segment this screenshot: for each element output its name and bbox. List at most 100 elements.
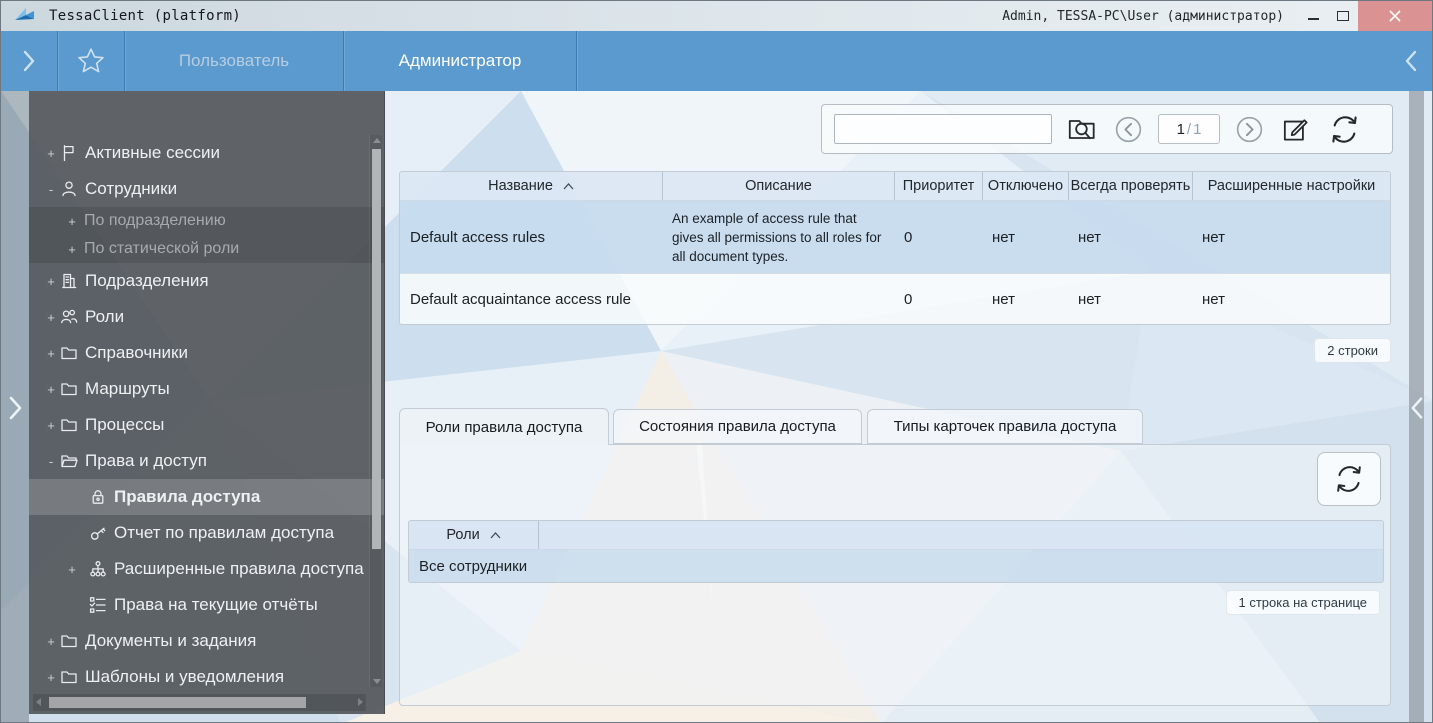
sidebar-item-label: Расширенные правила доступа xyxy=(114,559,364,579)
sidebar-horizontal-scrollbar[interactable] xyxy=(33,694,366,711)
sidebar-item-documents-tasks[interactable]: + Документы и задания xyxy=(29,623,384,659)
expander[interactable]: + xyxy=(64,242,80,257)
panel-refresh-button[interactable] xyxy=(1317,452,1381,506)
next-page-button[interactable] xyxy=(1233,113,1266,146)
folder-icon xyxy=(59,631,79,651)
window-title: TessaClient (platform) xyxy=(49,8,241,24)
sidebar-item-extended-access-rules[interactable]: + Расширенные правила доступа xyxy=(29,551,384,587)
expander[interactable]: + xyxy=(43,346,59,361)
sidebar-vertical-scrollbar[interactable] xyxy=(369,135,382,687)
nav-expand-button[interactable] xyxy=(1,31,57,91)
folder-open-icon xyxy=(59,451,79,471)
folder-icon xyxy=(59,667,79,687)
sidebar-item-roles[interactable]: + Роли xyxy=(29,299,384,335)
column-header-disabled[interactable]: Отключено xyxy=(982,172,1068,200)
search-button[interactable] xyxy=(1065,112,1099,146)
sidebar-item-by-static-role[interactable]: + По статической роли xyxy=(29,235,384,263)
expander[interactable]: + xyxy=(43,310,59,325)
sidebar-item-departments[interactable]: + Подразделения xyxy=(29,263,384,299)
expander[interactable]: + xyxy=(43,670,59,685)
sidebar-item-rights-access[interactable]: - Права и доступ xyxy=(29,443,384,479)
column-header-priority[interactable]: Приоритет xyxy=(894,172,982,200)
sidebar-item-current-reports-rights[interactable]: Права на текущие отчёты xyxy=(29,587,384,623)
left-panel-expander[interactable] xyxy=(1,91,29,723)
expander[interactable]: + xyxy=(43,382,59,397)
sidebar-item-templates-notifications[interactable]: + Шаблоны и уведомления xyxy=(29,659,384,695)
column-header-roles[interactable]: Роли xyxy=(409,521,539,549)
sidebar-item-label: Процессы xyxy=(85,415,164,435)
tab-rule-card-types[interactable]: Типы карточек правила доступа xyxy=(867,409,1143,444)
nav-collapse-button[interactable] xyxy=(1390,31,1432,91)
sort-ascending-icon xyxy=(490,532,501,539)
folder-icon xyxy=(59,415,79,435)
page-indicator: 1 / 1 xyxy=(1158,114,1220,144)
org-chart-icon xyxy=(88,559,108,579)
table-header-row: Роли xyxy=(409,521,1383,549)
column-header-always-check[interactable]: Всегда проверять xyxy=(1068,172,1192,200)
building-icon xyxy=(59,271,79,291)
scrollbar-thumb[interactable] xyxy=(49,697,306,708)
expander[interactable]: - xyxy=(43,454,59,469)
prev-page-button[interactable] xyxy=(1112,113,1145,146)
table-row[interactable]: Default acquaintance access rule 0 нет н… xyxy=(400,273,1390,324)
sidebar-item-employees[interactable]: - Сотрудники xyxy=(29,171,384,207)
chevron-left-icon xyxy=(1403,48,1419,74)
column-header-description[interactable]: Описание xyxy=(662,172,894,200)
sidebar-item-routes[interactable]: + Маршруты xyxy=(29,371,384,407)
current-page: 1 xyxy=(1177,121,1185,138)
edit-button[interactable] xyxy=(1279,112,1313,146)
sidebar-item-label: Сотрудники xyxy=(85,179,177,199)
refresh-icon xyxy=(1326,111,1363,148)
sidebar-item-references[interactable]: + Справочники xyxy=(29,335,384,371)
expander[interactable]: + xyxy=(43,146,59,161)
checklist-icon xyxy=(88,595,108,615)
maximize-button[interactable] xyxy=(1328,1,1358,31)
expander[interactable]: + xyxy=(64,562,80,577)
chevron-right-icon xyxy=(21,48,37,74)
sidebar-item-label: Справочники xyxy=(85,343,188,363)
edit-icon xyxy=(1279,112,1313,146)
key-lock-icon xyxy=(88,523,108,543)
people-icon xyxy=(59,307,79,327)
close-button[interactable] xyxy=(1358,1,1432,31)
sidebar-item-label: Правила доступа xyxy=(114,487,260,507)
sidebar-item-access-rules-report[interactable]: Отчет по правилам доступа xyxy=(29,515,384,551)
expander[interactable]: + xyxy=(43,274,59,289)
search-input[interactable] xyxy=(834,114,1052,144)
tab-rule-roles[interactable]: Роли правила доступа xyxy=(399,408,609,445)
column-header-name[interactable]: Название xyxy=(400,172,662,200)
tab-rule-states[interactable]: Состояния правила доступа xyxy=(613,409,862,444)
chevron-right-circle-icon xyxy=(1233,113,1266,146)
row-count-badge: 1 строка на странице xyxy=(1226,590,1380,615)
sidebar-item-active-sessions[interactable]: + Активные сессии xyxy=(29,135,384,171)
tab-content-panel: Роли Все сотрудники 1 строка на странице xyxy=(399,444,1391,706)
nav-tab-user[interactable]: Пользователь xyxy=(125,31,343,91)
expander[interactable]: + xyxy=(43,418,59,433)
total-pages: 1 xyxy=(1193,121,1201,138)
folder-search-icon xyxy=(1065,112,1099,146)
chevron-left-circle-icon xyxy=(1112,113,1145,146)
nav-tab-admin[interactable]: Администратор xyxy=(344,31,576,91)
table-row[interactable]: Все сотрудники xyxy=(409,549,1383,582)
view-toolbar: 1 / 1 xyxy=(821,104,1393,154)
sidebar-item-by-department[interactable]: + По подразделению xyxy=(29,207,384,235)
right-panel-expander[interactable] xyxy=(1409,91,1424,723)
sidebar-item-label: По статической роли xyxy=(84,240,239,258)
expander[interactable]: + xyxy=(64,214,80,229)
refresh-button[interactable] xyxy=(1326,111,1363,148)
sidebar-item-processes[interactable]: + Процессы xyxy=(29,407,384,443)
folder-icon xyxy=(59,343,79,363)
favorites-button[interactable] xyxy=(58,31,124,91)
table-row[interactable]: Default access rules An example of acces… xyxy=(400,200,1390,273)
expander[interactable]: + xyxy=(43,634,59,649)
sidebar-item-label: Активные сессии xyxy=(85,143,220,163)
chevron-right-icon xyxy=(7,395,23,421)
scrollbar-thumb[interactable] xyxy=(372,149,381,549)
column-header-extended-settings[interactable]: Расширенные настройки xyxy=(1192,172,1390,200)
sidebar-item-label: По подразделению xyxy=(84,212,226,230)
app-logo-icon xyxy=(14,7,36,25)
minimize-button[interactable] xyxy=(1298,1,1328,31)
sidebar-item-label: Документы и задания xyxy=(85,631,256,651)
expander[interactable]: - xyxy=(43,182,59,197)
sidebar-item-access-rules[interactable]: Правила доступа xyxy=(29,479,384,515)
